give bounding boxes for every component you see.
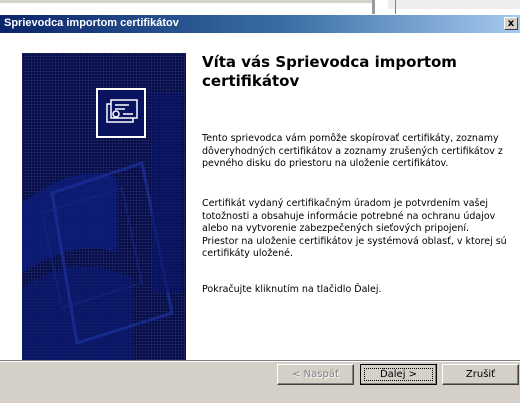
wizard-continue-paragraph: Pokračujte kliknutím na tlačidlo Ďalej. — [202, 284, 382, 295]
background-window-strip — [388, 0, 520, 9]
certificate-icon — [96, 88, 146, 138]
background-window-divider-2 — [395, 0, 396, 14]
window-title: Sprievodca importom certifikátov — [4, 17, 179, 29]
focus-rectangle — [364, 368, 433, 381]
close-icon: x — [507, 18, 515, 29]
wizard-certificate-paragraph: Certifikát vydaný certifikačným úradom j… — [202, 198, 507, 259]
wizard-side-banner — [22, 53, 186, 360]
certificate-import-wizard-window: Sprievodca importom certifikátov x Víta … — [0, 15, 520, 403]
background-window-edge — [0, 0, 372, 3]
close-button[interactable]: x — [504, 17, 518, 30]
back-button-label: < Naspäť — [292, 369, 339, 380]
cancel-button[interactable]: Zrušiť — [442, 364, 519, 385]
wizard-intro-paragraph: Tento sprievodca vám pomôže skopírovať c… — [202, 133, 503, 169]
button-separator — [0, 360, 520, 362]
wizard-content: Víta vás Sprievodca importom certifikáto… — [0, 33, 520, 360]
back-button[interactable]: < Naspäť — [277, 364, 354, 385]
title-bar[interactable]: Sprievodca importom certifikátov x — [0, 15, 520, 33]
cancel-button-label: Zrušiť — [465, 369, 496, 380]
next-button[interactable]: Ďalej > — [360, 364, 437, 385]
wizard-heading: Víta vás Sprievodca importom certifikáto… — [202, 53, 457, 90]
background-window-divider — [372, 0, 375, 14]
